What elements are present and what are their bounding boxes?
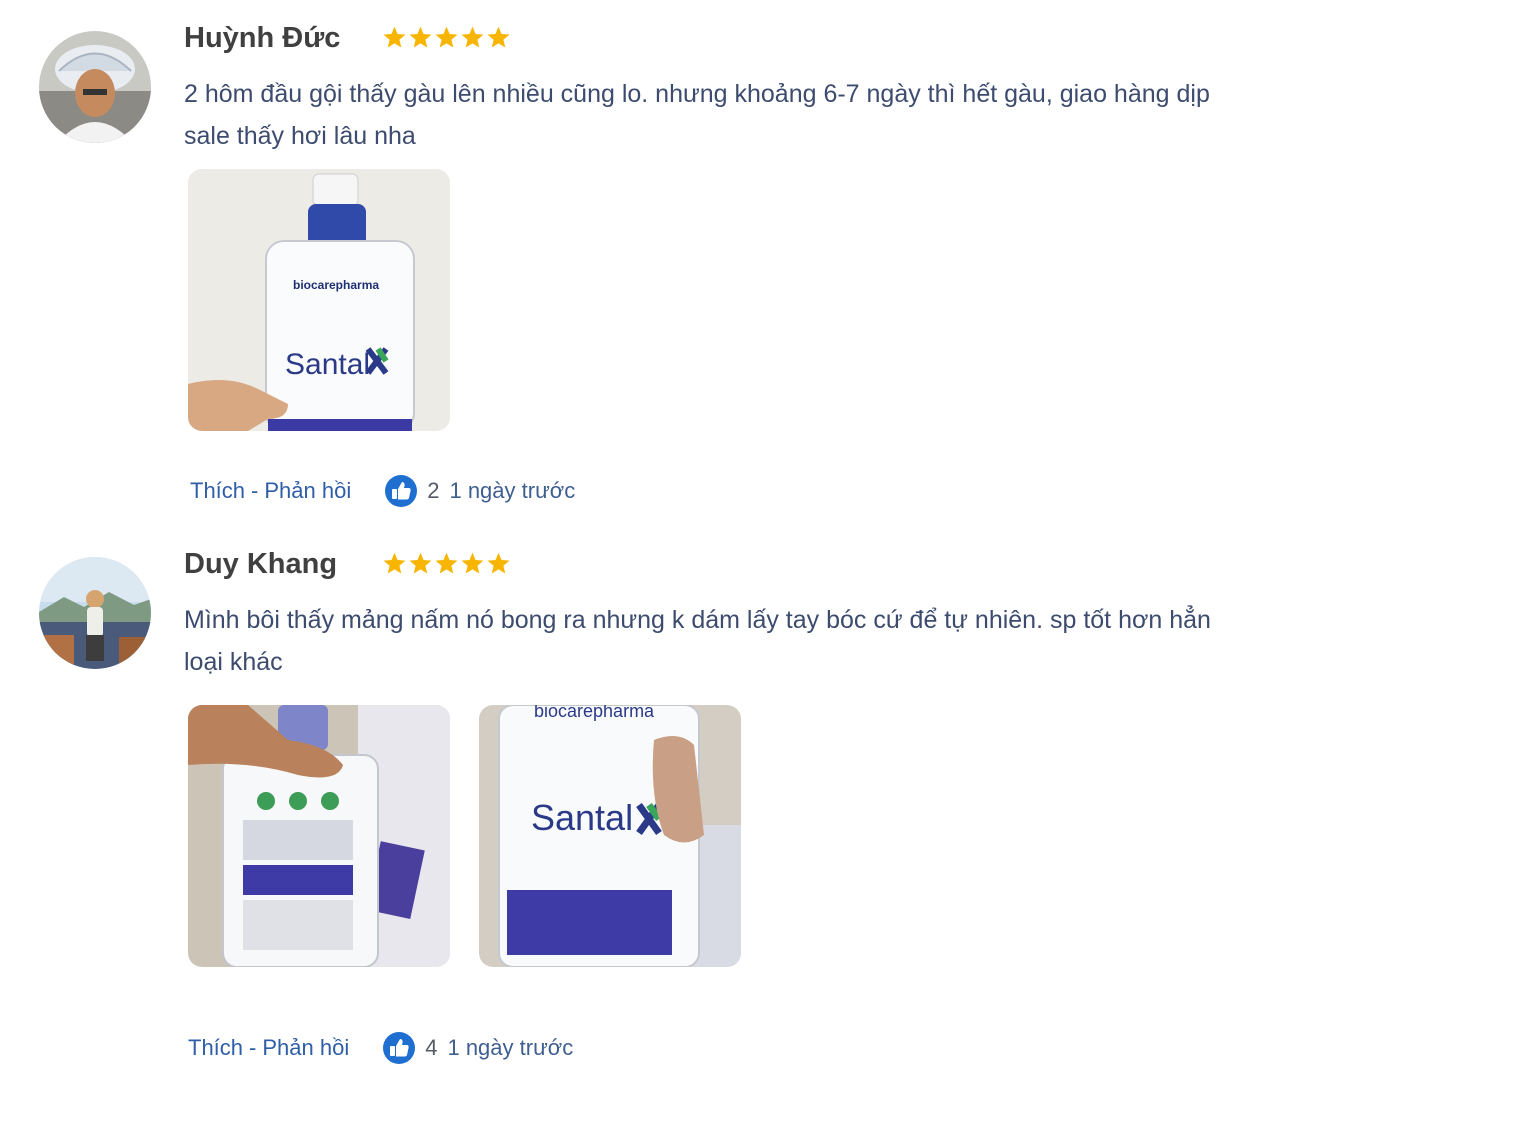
like-count: 4 bbox=[425, 1035, 438, 1060]
like-link[interactable]: Thích bbox=[190, 478, 245, 504]
review-time: 1 ngày trước bbox=[449, 478, 576, 503]
review-photo[interactable] bbox=[188, 705, 450, 967]
thumbs-up-icon[interactable] bbox=[384, 474, 418, 508]
reply-link[interactable]: Phản hồi bbox=[264, 478, 351, 504]
star-icon bbox=[409, 26, 432, 48]
product-name-label: Santal bbox=[285, 348, 370, 381]
star-icon bbox=[409, 552, 432, 574]
star-icon bbox=[461, 552, 484, 574]
avatar[interactable] bbox=[39, 557, 151, 669]
reply-link[interactable]: Phản hồi bbox=[262, 1035, 349, 1061]
review-photo[interactable]: biocarepharma Santal bbox=[479, 705, 741, 967]
review-time: 1 ngày trước bbox=[447, 1035, 574, 1060]
avatar[interactable] bbox=[39, 31, 151, 143]
star-rating bbox=[382, 25, 511, 50]
star-icon bbox=[435, 552, 458, 574]
star-icon bbox=[461, 26, 484, 48]
review-actions: Thích - Phản hồi 4 1 ngày trước bbox=[188, 1031, 573, 1065]
star-rating bbox=[382, 551, 511, 576]
action-separator: - bbox=[251, 478, 259, 503]
star-icon bbox=[435, 26, 458, 48]
review-photo[interactable]: biocarepharma Santal bbox=[188, 169, 450, 431]
star-icon bbox=[487, 552, 510, 574]
like-link[interactable]: Thích bbox=[188, 1035, 243, 1061]
star-icon bbox=[487, 26, 510, 48]
review-actions: Thích - Phản hồi 2 1 ngày trước bbox=[190, 474, 575, 508]
review-text: Mình bôi thấy mảng nấm nó bong ra nhưng … bbox=[184, 606, 1211, 676]
thumbs-up-icon[interactable] bbox=[382, 1031, 416, 1065]
like-count: 2 bbox=[427, 478, 440, 503]
star-icon bbox=[383, 552, 406, 574]
reviewer-name: Huỳnh Đức bbox=[184, 22, 341, 54]
product-brand-label: biocarepharma bbox=[293, 278, 379, 292]
review-text: 2 hôm đầu gội thấy gàu lên nhiều cũng lo… bbox=[184, 80, 1210, 150]
star-icon bbox=[383, 26, 406, 48]
product-brand-label: biocarepharma bbox=[534, 705, 655, 721]
action-separator: - bbox=[249, 1035, 257, 1060]
reviewer-name: Duy Khang bbox=[184, 548, 338, 580]
product-name-label: Santal bbox=[531, 797, 633, 838]
